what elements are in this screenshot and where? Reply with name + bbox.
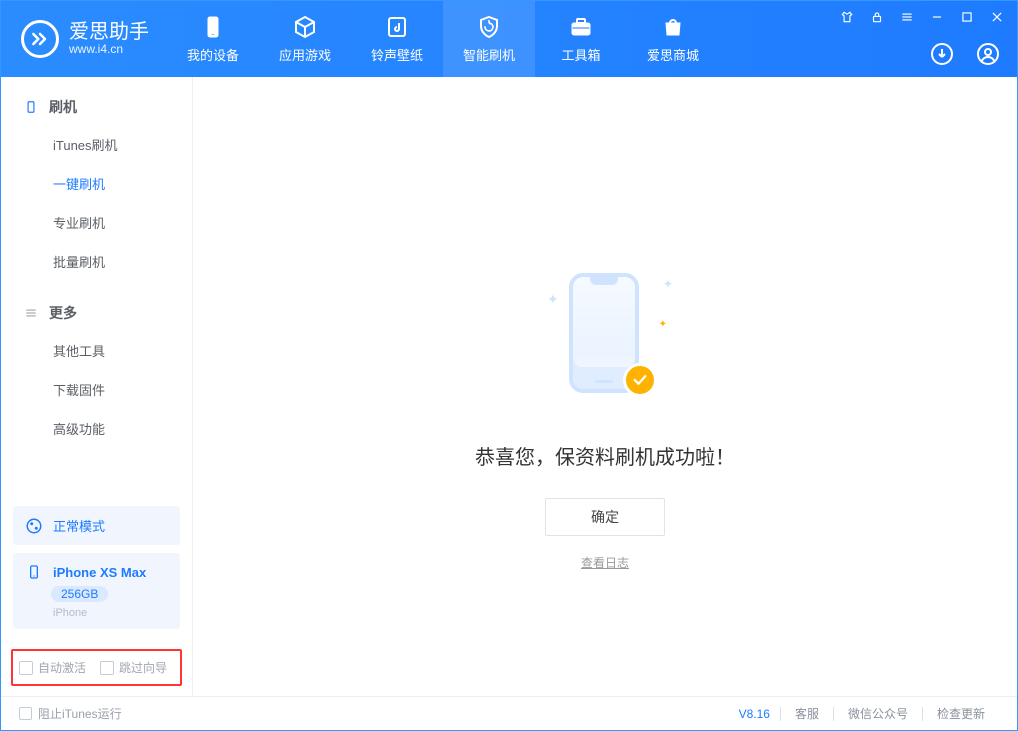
- tab-smart-flash[interactable]: 智能刷机: [443, 1, 535, 77]
- header-action-buttons: [929, 41, 1001, 67]
- highlighted-checkbox-row: 自动激活 跳过向导: [11, 649, 182, 686]
- sidebar-item-other-tools[interactable]: 其他工具: [1, 331, 192, 370]
- body: 刷机 iTunes刷机 一键刷机 专业刷机 批量刷机 更多 其他工具 下载固件 …: [1, 77, 1017, 696]
- checkbox-label: 自动激活: [38, 659, 86, 676]
- statusbar-link-wechat[interactable]: 微信公众号: [834, 705, 922, 722]
- device-model: iPhone XS Max: [53, 565, 146, 580]
- tab-toolbox[interactable]: 工具箱: [535, 1, 627, 77]
- sidebar-item-advanced[interactable]: 高级功能: [1, 409, 192, 448]
- shirt-icon[interactable]: [839, 9, 855, 25]
- sidebar-item-onekey-flash[interactable]: 一键刷机: [1, 164, 192, 203]
- shield-refresh-icon: [477, 15, 501, 39]
- success-message: 恭喜您，保资料刷机成功啦！: [475, 441, 735, 470]
- device-card[interactable]: iPhone XS Max 256GB iPhone: [13, 553, 180, 629]
- checkbox-label: 阻止iTunes运行: [38, 705, 122, 722]
- bag-icon: [661, 15, 685, 39]
- confirm-button[interactable]: 确定: [545, 498, 665, 536]
- device-mode-card[interactable]: 正常模式: [13, 506, 180, 545]
- sidebar-nav: 刷机 iTunes刷机 一键刷机 专业刷机 批量刷机 更多 其他工具 下载固件 …: [1, 77, 192, 506]
- sidebar-item-itunes-flash[interactable]: iTunes刷机: [1, 125, 192, 164]
- sidebar-item-pro-flash[interactable]: 专业刷机: [1, 203, 192, 242]
- minimize-button[interactable]: [929, 9, 945, 25]
- device-icon: [25, 563, 43, 581]
- sidebar-section-flash: 刷机: [1, 91, 192, 125]
- checkbox-auto-activate[interactable]: 自动激活: [19, 659, 86, 676]
- sparkle-icon: ✦: [663, 277, 673, 291]
- device-capacity: 256GB: [51, 586, 108, 602]
- app-name: 爱思助手: [69, 22, 149, 42]
- sidebar-item-batch-flash[interactable]: 批量刷机: [1, 242, 192, 281]
- user-button[interactable]: [975, 41, 1001, 67]
- checkbox-icon: [100, 661, 114, 675]
- version-label: V8.16: [739, 707, 770, 721]
- logo-text: 爱思助手 www.i4.cn: [69, 22, 149, 56]
- tab-store[interactable]: 爱思商城: [627, 1, 719, 77]
- download-button[interactable]: [929, 41, 955, 67]
- tab-label: 我的设备: [187, 45, 239, 64]
- app-url: www.i4.cn: [69, 42, 149, 56]
- lock-icon[interactable]: [869, 9, 885, 25]
- main-content: ✦ ✦ ✦ 恭喜您，保资料刷机成功啦！ 确定 查看日志: [193, 77, 1017, 696]
- view-log-link[interactable]: 查看日志: [581, 554, 629, 571]
- sidebar: 刷机 iTunes刷机 一键刷机 专业刷机 批量刷机 更多 其他工具 下载固件 …: [1, 77, 193, 696]
- toolbox-icon: [569, 15, 593, 39]
- close-button[interactable]: [989, 9, 1005, 25]
- window-controls-top: [839, 9, 1005, 25]
- tab-label: 铃声壁纸: [371, 45, 423, 64]
- section-title: 更多: [49, 303, 77, 323]
- success-illustration: ✦ ✦ ✦: [535, 267, 675, 407]
- mode-icon: [25, 517, 43, 535]
- sidebar-item-download-firmware[interactable]: 下载固件: [1, 370, 192, 409]
- section-title: 刷机: [49, 97, 77, 117]
- statusbar-link-support[interactable]: 客服: [781, 705, 833, 722]
- app-logo: 爱思助手 www.i4.cn: [1, 1, 167, 77]
- sidebar-device-block: 正常模式 iPhone XS Max 256GB iPhone: [1, 506, 192, 643]
- device-mode-label: 正常模式: [53, 516, 105, 535]
- tab-ringtone[interactable]: 铃声壁纸: [351, 1, 443, 77]
- phone-outline-icon: [23, 99, 39, 115]
- checkbox-skip-guide[interactable]: 跳过向导: [100, 659, 167, 676]
- checkbox-label: 跳过向导: [119, 659, 167, 676]
- checkbox-icon: [19, 707, 32, 720]
- statusbar: 阻止iTunes运行 V8.16 客服 微信公众号 检查更新: [1, 696, 1017, 730]
- tab-label: 爱思商城: [647, 45, 699, 64]
- tab-apps[interactable]: 应用游戏: [259, 1, 351, 77]
- music-icon: [385, 15, 409, 39]
- tab-label: 工具箱: [561, 45, 600, 64]
- tab-label: 智能刷机: [463, 45, 515, 64]
- maximize-button[interactable]: [959, 9, 975, 25]
- menu-icon[interactable]: [899, 9, 915, 25]
- sparkle-icon: ✦: [659, 319, 667, 330]
- statusbar-link-update[interactable]: 检查更新: [923, 705, 999, 722]
- tab-label: 应用游戏: [279, 45, 331, 64]
- list-icon: [23, 305, 39, 321]
- tab-my-device[interactable]: 我的设备: [167, 1, 259, 77]
- cube-icon: [293, 15, 317, 39]
- phone-icon: [201, 15, 225, 39]
- logo-icon: [21, 20, 59, 58]
- top-tabs: 我的设备 应用游戏 铃声壁纸 智能刷机 工具箱 爱思商城: [167, 1, 719, 77]
- device-subtype: iPhone: [53, 607, 168, 619]
- success-check-icon: [623, 363, 657, 397]
- sparkle-icon: ✦: [547, 291, 559, 308]
- checkbox-block-itunes[interactable]: 阻止iTunes运行: [19, 705, 122, 722]
- titlebar: 爱思助手 www.i4.cn 我的设备 应用游戏 铃声壁纸 智能刷机 工具箱 爱…: [1, 1, 1017, 77]
- sidebar-section-more: 更多: [1, 297, 192, 331]
- checkbox-icon: [19, 661, 33, 675]
